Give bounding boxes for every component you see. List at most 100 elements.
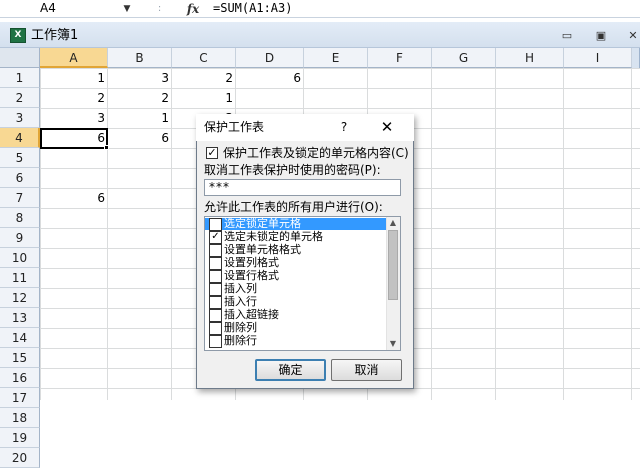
row-header-4[interactable]: 4 xyxy=(0,128,40,148)
row-header-19[interactable]: 19 xyxy=(0,428,40,448)
permission-item[interactable]: 插入列 xyxy=(205,282,386,296)
permission-checkbox[interactable] xyxy=(209,283,222,296)
column-gridline xyxy=(431,68,432,400)
row-header-14[interactable]: 14 xyxy=(0,328,40,348)
row-header-15[interactable]: 15 xyxy=(0,348,40,368)
column-header-g[interactable]: G xyxy=(432,48,496,68)
cell-c1[interactable]: 2 xyxy=(172,68,236,88)
row-header-6[interactable]: 6 xyxy=(0,168,40,188)
column-header-h[interactable]: H xyxy=(496,48,564,68)
cell-a2[interactable]: 2 xyxy=(40,88,108,108)
row-header-16[interactable]: 16 xyxy=(0,368,40,388)
row-header-7[interactable]: 7 xyxy=(0,188,40,208)
workbook-title: 工作簿1 xyxy=(31,28,79,43)
row-header-3[interactable]: 3 xyxy=(0,108,40,128)
permission-label: 设置单元格格式 xyxy=(224,243,301,256)
row-header-11[interactable]: 11 xyxy=(0,268,40,288)
column-header-i[interactable]: I xyxy=(564,48,632,68)
scroll-down-icon[interactable]: ▼ xyxy=(386,338,400,350)
permission-label: 设置列格式 xyxy=(224,256,279,269)
permission-item[interactable]: 设置行格式 xyxy=(205,269,386,283)
cell-d1[interactable]: 6 xyxy=(236,68,304,88)
row-header-12[interactable]: 12 xyxy=(0,288,40,308)
permission-label: 删除行 xyxy=(224,334,257,347)
allow-users-label: 允许此工作表的所有用户进行(O): xyxy=(204,200,383,214)
active-cell-outline xyxy=(40,128,108,149)
cell-c2[interactable]: 1 xyxy=(172,88,236,108)
row-header-8[interactable]: 8 xyxy=(0,208,40,228)
permission-checkbox[interactable] xyxy=(209,309,222,322)
column-gridline xyxy=(495,68,496,400)
select-all-corner[interactable] xyxy=(0,48,40,68)
permission-label: 选定未锁定的单元格 xyxy=(224,230,323,243)
scroll-up-icon[interactable]: ▲ xyxy=(386,217,400,229)
protect-sheet-checkbox[interactable]: ✓ xyxy=(206,147,218,159)
password-field[interactable]: *** xyxy=(204,179,401,196)
permission-item[interactable]: ✓ 选定锁定单元格 xyxy=(205,217,386,231)
cell-b1[interactable]: 3 xyxy=(108,68,172,88)
row-header-5[interactable]: 5 xyxy=(0,148,40,168)
scrollbar-thumb[interactable] xyxy=(388,230,398,300)
permission-checkbox[interactable] xyxy=(209,335,222,348)
row-header-18[interactable]: 18 xyxy=(0,408,40,428)
permission-checkbox[interactable] xyxy=(209,322,222,335)
cell-a7[interactable]: 6 xyxy=(40,188,108,208)
close-window-icon[interactable]: ✕ xyxy=(624,29,640,43)
password-label: 取消工作表保护时使用的密码(P): xyxy=(204,163,381,177)
permission-label: 插入列 xyxy=(224,282,257,295)
permission-item[interactable]: 插入行 xyxy=(205,295,386,309)
formula-bar-separator: : xyxy=(157,3,163,14)
name-box[interactable]: A4 xyxy=(0,0,118,18)
column-header-b[interactable]: B xyxy=(108,48,172,68)
name-box-dropdown-icon[interactable]: ▼ xyxy=(121,1,133,17)
permission-item[interactable]: 设置单元格格式 xyxy=(205,243,386,257)
formula-input[interactable]: =SUM(A1:A3) xyxy=(213,0,292,18)
protect-sheet-label[interactable]: 保护工作表及锁定的单元格内容(C) xyxy=(223,145,409,161)
row-header-1[interactable]: 1 xyxy=(0,68,40,88)
help-icon[interactable]: ? xyxy=(336,118,352,136)
excel-workbook-icon: X xyxy=(10,28,26,43)
dialog-close-icon[interactable]: ✕ xyxy=(376,116,398,138)
ok-button[interactable]: 确定 xyxy=(255,359,326,381)
permission-checkbox[interactable]: ✓ xyxy=(209,231,222,244)
row-header-2[interactable]: 2 xyxy=(0,88,40,108)
permission-label: 插入超链接 xyxy=(224,308,279,321)
row-header-20[interactable]: 20 xyxy=(0,448,40,468)
permission-item[interactable]: 插入超链接 xyxy=(205,308,386,322)
permission-checkbox[interactable] xyxy=(209,270,222,283)
cell-a3[interactable]: 3 xyxy=(40,108,108,128)
workbook-title-bar xyxy=(0,22,640,48)
permission-label: 删除列 xyxy=(224,321,257,334)
column-header-a[interactable]: A xyxy=(40,48,108,68)
column-header-e[interactable]: E xyxy=(304,48,368,68)
permission-item[interactable]: 删除行 xyxy=(205,334,386,348)
permission-label: 插入行 xyxy=(224,295,257,308)
cell-b3[interactable]: 1 xyxy=(108,108,172,128)
restore-icon[interactable]: ▣ xyxy=(592,29,610,43)
cancel-button[interactable]: 取消 xyxy=(331,359,402,381)
insert-function-icon[interactable]: fx xyxy=(181,0,205,18)
cell-b4[interactable]: 6 xyxy=(108,128,172,148)
row-header-9[interactable]: 9 xyxy=(0,228,40,248)
permission-item[interactable]: ✓ 选定未锁定的单元格 xyxy=(205,230,386,244)
permission-item[interactable]: 删除列 xyxy=(205,321,386,335)
row-header-13[interactable]: 13 xyxy=(0,308,40,328)
dialog-title: 保护工作表 xyxy=(204,120,265,134)
permission-checkbox[interactable]: ✓ xyxy=(209,218,222,231)
column-gridline xyxy=(631,68,632,400)
permission-checkbox[interactable] xyxy=(209,244,222,257)
column-gridline xyxy=(563,68,564,400)
cell-a1[interactable]: 1 xyxy=(40,68,108,88)
permission-label: 设置行格式 xyxy=(224,269,279,282)
row-header-17[interactable]: 17 xyxy=(0,388,40,408)
row-header-10[interactable]: 10 xyxy=(0,248,40,268)
column-header-c[interactable]: C xyxy=(172,48,236,68)
permission-item[interactable]: 设置列格式 xyxy=(205,256,386,270)
permission-checkbox[interactable] xyxy=(209,296,222,309)
minimize-icon[interactable]: ▭ xyxy=(558,29,576,43)
permission-checkbox[interactable] xyxy=(209,257,222,270)
column-header-d[interactable]: D xyxy=(236,48,304,68)
column-header-f[interactable]: F xyxy=(368,48,432,68)
fill-handle[interactable] xyxy=(104,145,109,150)
cell-b2[interactable]: 2 xyxy=(108,88,172,108)
